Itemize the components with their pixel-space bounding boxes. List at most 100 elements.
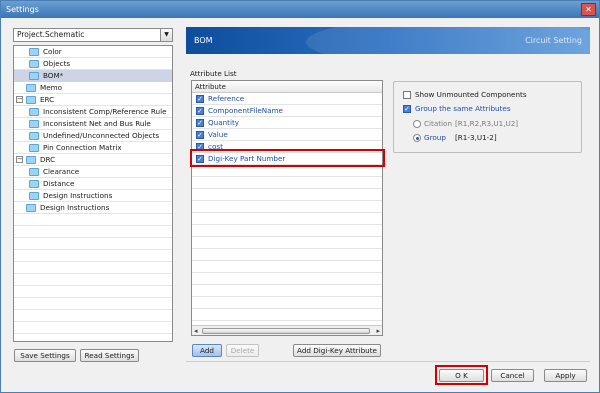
- group-example: [R1-3,U1-2]: [455, 133, 497, 142]
- folder-icon: [29, 48, 39, 56]
- tree-item[interactable]: Undefined/Unconnected Objects: [14, 130, 172, 142]
- divider: [186, 361, 590, 362]
- citation-label: Citation: [424, 119, 453, 128]
- folder-icon: [29, 144, 39, 152]
- tree-item[interactable]: Pin Connection Matrix: [14, 142, 172, 154]
- group-same-checkbox[interactable]: ✓: [403, 105, 411, 113]
- tree-item-label: Design Instructions: [40, 203, 110, 212]
- tree-item-label: Color: [43, 47, 62, 56]
- scroll-right-icon[interactable]: ▸: [376, 326, 380, 335]
- add-digikey-attribute-button[interactable]: Add Digi-Key Attribute: [293, 344, 381, 357]
- delete-button[interactable]: Delete: [226, 344, 259, 357]
- group-same-label: Group the same Attributes: [415, 104, 511, 113]
- show-unmounted-checkbox[interactable]: [403, 91, 411, 99]
- tree-item-label: BOM*: [43, 71, 64, 80]
- chevron-down-icon[interactable]: ▼: [160, 29, 172, 41]
- tree-item[interactable]: Design Instructions: [14, 190, 172, 202]
- tree-item[interactable]: − ERC: [14, 94, 172, 106]
- attribute-list[interactable]: Attribute ✓ Reference ✓ ComponentFileName ✓ Q…: [191, 80, 383, 336]
- close-button[interactable]: ✕: [581, 3, 596, 16]
- apply-button[interactable]: Apply: [544, 369, 587, 382]
- folder-icon: [29, 60, 39, 68]
- tree-item[interactable]: Color: [14, 46, 172, 58]
- ok-button[interactable]: O K: [439, 369, 484, 382]
- attribute-checkbox[interactable]: ✓: [196, 131, 204, 139]
- folder-icon: [26, 96, 36, 104]
- attribute-row[interactable]: ✓ Quantity: [192, 117, 382, 129]
- options-group: Show Unmounted Components ✓ Group the sa…: [393, 81, 582, 153]
- tree-item-label: Inconsistent Net and Bus Rule: [43, 119, 151, 128]
- tree-item-label: Design Instructions: [43, 191, 113, 200]
- attribute-label: Reference: [208, 94, 245, 103]
- attribute-label: Digi-Key Part Number: [208, 154, 286, 163]
- attribute-row[interactable]: ✓ Digi-Key Part Number: [192, 153, 382, 165]
- attribute-row[interactable]: ✓ cost: [192, 141, 382, 153]
- save-settings-button[interactable]: Save Settings: [14, 349, 76, 362]
- section-title: BOM: [194, 36, 213, 45]
- tree-item[interactable]: Distance: [14, 178, 172, 190]
- add-button[interactable]: Add: [192, 344, 222, 357]
- settings-window: Settings ✕ Project.Schematic ▼ Color Obje…: [0, 0, 600, 393]
- tree-item-label: Undefined/Unconnected Objects: [43, 131, 160, 140]
- folder-icon: [29, 72, 39, 80]
- attribute-checkbox[interactable]: ✓: [196, 143, 204, 151]
- section-header: BOM Circuit Setting: [186, 27, 590, 54]
- window-title: Settings: [6, 5, 39, 14]
- tree-item-label: Inconsistent Comp/Reference Rule: [43, 107, 167, 116]
- read-settings-button[interactable]: Read Settings: [80, 349, 139, 362]
- group-radio[interactable]: [413, 134, 421, 142]
- attribute-checkbox[interactable]: ✓: [196, 119, 204, 127]
- tree-item-label: Distance: [43, 179, 75, 188]
- attribute-list-label: Attribute List: [190, 69, 237, 78]
- scroll-left-icon[interactable]: ◂: [194, 326, 198, 335]
- attribute-label: Quantity: [208, 118, 240, 127]
- tree-item[interactable]: − DRC: [14, 154, 172, 166]
- folder-icon: [29, 132, 39, 140]
- tree-item-label: Memo: [40, 83, 63, 92]
- tree-item-label: DRC: [40, 155, 56, 164]
- citation-example: [R1,R2,R3,U1,U2]: [455, 119, 519, 128]
- tree-item[interactable]: Clearance: [14, 166, 172, 178]
- folder-icon: [29, 108, 39, 116]
- tree-item[interactable]: Inconsistent Net and Bus Rule: [14, 118, 172, 130]
- tree-item[interactable]: BOM*: [14, 70, 172, 82]
- attribute-checkbox[interactable]: ✓: [196, 95, 204, 103]
- section-subtitle: Circuit Setting: [525, 36, 582, 45]
- attribute-row[interactable]: ✓ Value: [192, 129, 382, 141]
- show-unmounted-label: Show Unmounted Components: [415, 90, 527, 99]
- attribute-row[interactable]: ✓ ComponentFileName: [192, 105, 382, 117]
- attribute-checkbox[interactable]: ✓: [196, 155, 204, 163]
- attribute-label: ComponentFileName: [208, 106, 283, 115]
- folder-icon: [26, 84, 36, 92]
- title-bar: Settings ✕: [1, 1, 599, 18]
- collapse-icon[interactable]: −: [16, 156, 23, 163]
- attribute-label: Value: [208, 130, 228, 139]
- tree-item[interactable]: Objects: [14, 58, 172, 70]
- tree-item-label: Objects: [43, 59, 71, 68]
- project-select[interactable]: Project.Schematic ▼: [13, 28, 173, 42]
- folder-icon: [29, 120, 39, 128]
- attribute-checkbox[interactable]: ✓: [196, 107, 204, 115]
- group-label: Group: [424, 133, 446, 142]
- folder-icon: [29, 168, 39, 176]
- folder-icon: [26, 156, 36, 164]
- horizontal-scrollbar[interactable]: ◂ ▸: [192, 325, 382, 335]
- tree-item[interactable]: Memo: [14, 82, 172, 94]
- folder-icon: [29, 192, 39, 200]
- collapse-icon[interactable]: −: [16, 96, 23, 103]
- attribute-label: cost: [208, 142, 223, 151]
- settings-tree[interactable]: Color Objects BOM* Memo − ERC Inconsistent Com…: [13, 45, 173, 342]
- attribute-row[interactable]: ✓ Reference: [192, 93, 382, 105]
- tree-item[interactable]: Design Instructions: [14, 202, 172, 214]
- attribute-column-header[interactable]: Attribute: [192, 81, 382, 93]
- tree-item-label: Pin Connection Matrix: [43, 143, 122, 152]
- scrollbar-thumb[interactable]: [202, 328, 370, 334]
- tree-item-label: Clearance: [43, 167, 80, 176]
- tree-item[interactable]: Inconsistent Comp/Reference Rule: [14, 106, 172, 118]
- tree-item-label: ERC: [40, 95, 55, 104]
- cancel-button[interactable]: Cancel: [491, 369, 534, 382]
- citation-radio[interactable]: [413, 120, 421, 128]
- folder-icon: [29, 180, 39, 188]
- folder-icon: [26, 204, 36, 212]
- project-select-value: Project.Schematic: [17, 30, 85, 39]
